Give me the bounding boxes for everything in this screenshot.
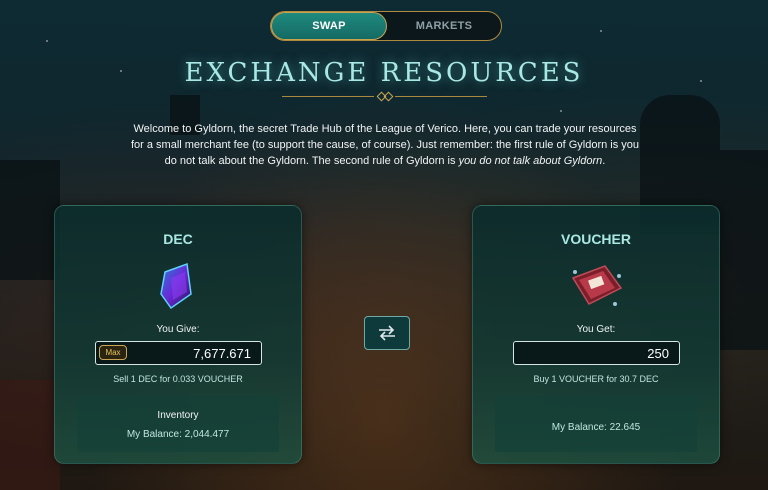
title-ornament <box>282 91 487 102</box>
give-balance: My Balance: 2,044.477 <box>126 429 230 440</box>
get-card: VOUCHER You Get: Buy 1 VOUCHER for 30.7 … <box>472 205 720 464</box>
give-rate: Sell 1 DEC for 0.033 VOUCHER <box>113 374 243 384</box>
give-asset-title: DEC <box>163 231 193 247</box>
view-tabs: SWAP MARKETS <box>270 11 502 41</box>
dec-crystal-icon <box>160 262 192 310</box>
tab-swap[interactable]: SWAP <box>271 12 387 40</box>
inventory-label: Inventory <box>157 410 199 421</box>
intro-text: Welcome to Gyldorn, the secret Trade Hub… <box>128 121 642 169</box>
page-title: EXCHANGE RESOURCES <box>184 58 584 88</box>
get-balance: My Balance: 22.645 <box>551 422 641 433</box>
get-rate: Buy 1 VOUCHER for 30.7 DEC <box>533 374 659 384</box>
get-asset-title: VOUCHER <box>560 231 631 247</box>
intro-end: . <box>602 155 606 167</box>
give-card: DEC You Give: Max Sell 1 DEC for 0.033 V… <box>54 205 302 464</box>
get-balance-panel: My Balance: 22.645 <box>495 396 697 452</box>
tab-markets[interactable]: MARKETS <box>387 12 501 40</box>
intro-emphasis: you do not talk about Gyldorn <box>458 155 603 167</box>
voucher-ticket-icon <box>571 265 623 306</box>
give-label: You Give: <box>156 324 200 335</box>
swap-arrows-icon <box>379 325 395 341</box>
get-amount-input[interactable] <box>513 341 680 365</box>
swap-direction-button[interactable] <box>364 316 410 350</box>
max-button[interactable]: Max <box>99 345 127 360</box>
give-inventory-panel: Inventory My Balance: 2,044.477 <box>77 396 279 452</box>
get-label: You Get: <box>576 324 616 335</box>
